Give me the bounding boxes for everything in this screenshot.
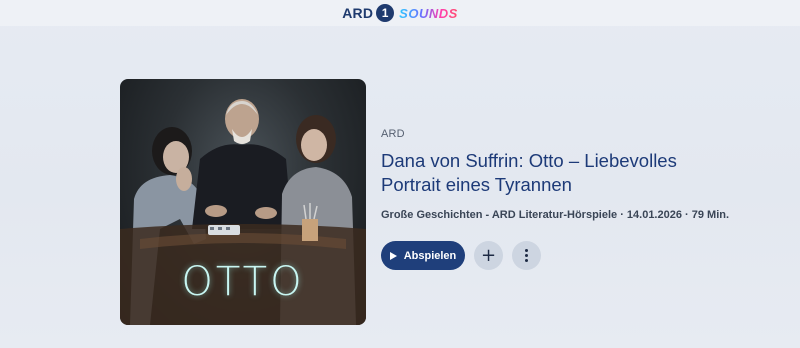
- episode-actions: Abspielen +: [381, 241, 541, 270]
- ard-sounds-logo[interactable]: ARD 1 SOUNDS: [342, 4, 458, 22]
- episode-cover-image: OTTO: [120, 79, 366, 325]
- more-options-button[interactable]: [512, 241, 541, 270]
- play-icon: [389, 251, 397, 260]
- episode-meta: Große Geschichten - ARD Literatur-Hörspi…: [381, 209, 730, 221]
- episode-title: Dana von Suffrin: Otto – Liebevolles Por…: [381, 150, 677, 195]
- ard-one-icon: 1: [376, 4, 395, 22]
- play-button[interactable]: Abspielen: [381, 241, 465, 270]
- logo-sounds-text: SOUNDS: [399, 5, 458, 21]
- top-bar: ARD 1 SOUNDS: [0, 0, 800, 26]
- publisher-label[interactable]: ARD: [381, 128, 781, 140]
- plus-icon: +: [480, 244, 497, 266]
- more-vertical-icon: [525, 249, 528, 262]
- play-button-label: Abspielen: [403, 249, 457, 262]
- episode-info: ARD Dana von Suffrin: Otto – Liebevolles…: [381, 128, 781, 221]
- logo-ard-text: ARD: [342, 5, 374, 21]
- cover-title-text: OTTO: [181, 259, 305, 305]
- add-to-list-button[interactable]: +: [474, 241, 503, 270]
